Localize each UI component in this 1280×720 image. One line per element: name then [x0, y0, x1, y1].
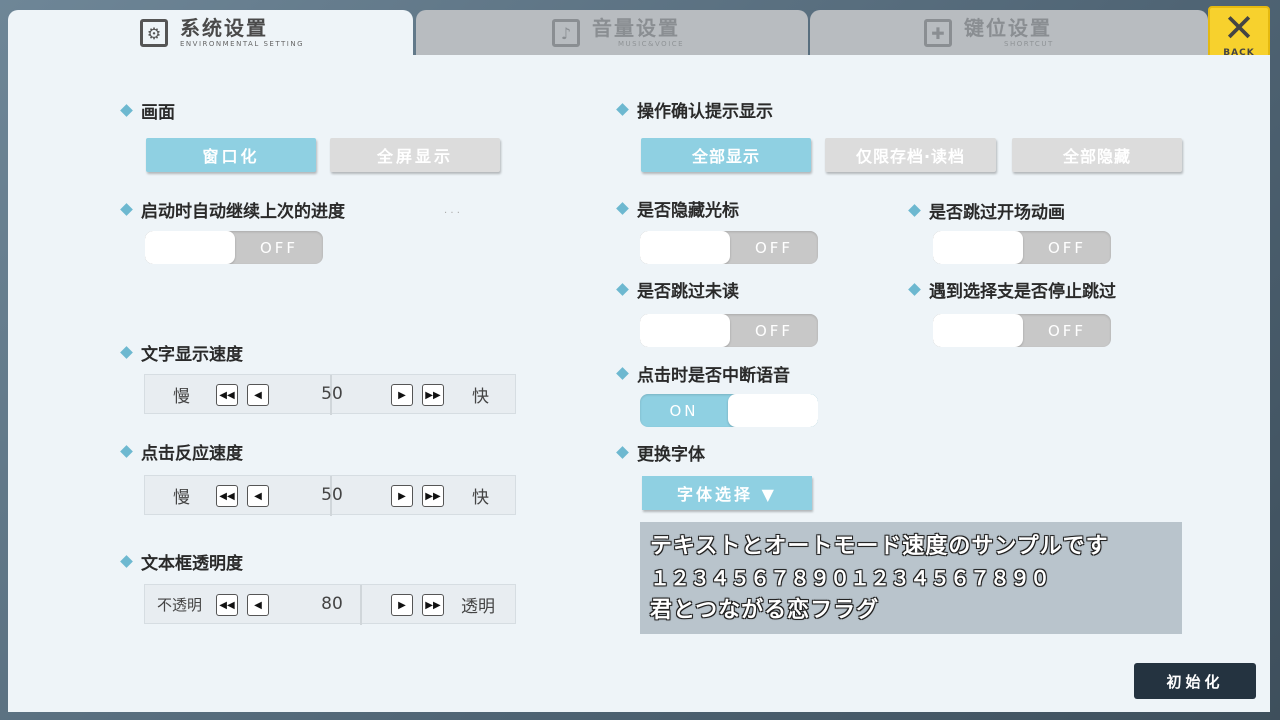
- windowed-button[interactable]: 窗口化: [146, 138, 316, 172]
- stop-skip-choice-label: 遇到选择支是否停止跳过: [908, 277, 1116, 302]
- toggle-state: OFF: [754, 238, 794, 257]
- toggle-knob: [640, 314, 730, 347]
- tab-title: 键位设置: [964, 16, 1052, 40]
- increment-icon[interactable]: ▶: [391, 384, 413, 406]
- diamond-bullet-icon: [120, 555, 133, 568]
- tab-subtitle: ENVIRONMENTAL SETTING: [180, 40, 304, 48]
- tab-subtitle: SHORTCUT: [1004, 40, 1054, 48]
- reset-button[interactable]: 初始化: [1134, 663, 1256, 699]
- hide-cursor-label: 是否隐藏光标: [616, 196, 739, 221]
- sample-line-3: 君とつながる恋フラグ: [650, 597, 880, 623]
- skip-opening-toggle[interactable]: OFF: [933, 231, 1111, 264]
- increment-icon[interactable]: ▶: [391, 485, 413, 507]
- slider-value: 50: [321, 485, 343, 505]
- slider-max-label: 透明: [461, 596, 495, 617]
- slider-divider: [360, 585, 362, 625]
- interrupt-voice-label: 点击时是否中断语音: [616, 361, 790, 386]
- tab-music-voice[interactable]: ♪ 音量设置 MUSIC&VOICE: [416, 10, 808, 56]
- hide-cursor-toggle[interactable]: OFF: [640, 231, 818, 264]
- toggle-knob: [933, 231, 1023, 264]
- slider-min-label: 慢: [173, 487, 190, 508]
- save-load-only-button[interactable]: 仅限存档·读档: [825, 138, 996, 172]
- tab-title: 系统设置: [180, 16, 268, 40]
- rewind-icon[interactable]: ◀◀: [216, 485, 238, 507]
- slider-min-label: 不透明: [157, 595, 203, 614]
- toggle-state: OFF: [1047, 238, 1087, 257]
- diamond-bullet-icon: [616, 446, 629, 459]
- decrement-icon[interactable]: ◀: [247, 594, 269, 616]
- diamond-bullet-icon: [616, 283, 629, 296]
- decrement-icon[interactable]: ◀: [247, 485, 269, 507]
- toggle-state: OFF: [754, 321, 794, 340]
- slider-max-label: 快: [472, 386, 489, 407]
- fast-forward-icon[interactable]: ▶▶: [422, 384, 444, 406]
- diamond-bullet-icon: [120, 445, 133, 458]
- close-icon: ✕: [1223, 6, 1255, 50]
- slider-value: 80: [321, 594, 343, 614]
- rewind-icon[interactable]: ◀◀: [216, 384, 238, 406]
- sample-line-1: テキストとオートモード速度のサンプルです: [650, 533, 1109, 559]
- tab-subtitle: MUSIC&VOICE: [618, 40, 685, 48]
- skip-unread-label: 是否跳过未读: [616, 277, 739, 302]
- plus-icon: ✚: [924, 19, 952, 47]
- skip-unread-toggle[interactable]: OFF: [640, 314, 818, 347]
- toggle-knob: [640, 231, 730, 264]
- toggle-knob: [145, 231, 235, 264]
- skip-opening-label: 是否跳过开场动画: [908, 198, 1065, 223]
- diamond-bullet-icon: [616, 367, 629, 380]
- fast-forward-icon[interactable]: ▶▶: [422, 594, 444, 616]
- auto-continue-toggle[interactable]: OFF: [145, 231, 323, 264]
- opacity-label: 文本框透明度: [120, 549, 243, 574]
- fast-forward-icon[interactable]: ▶▶: [422, 485, 444, 507]
- toggle-state: OFF: [1047, 321, 1087, 340]
- diamond-bullet-icon: [120, 346, 133, 359]
- rewind-icon[interactable]: ◀◀: [216, 594, 238, 616]
- gear-icon: ⚙: [140, 19, 168, 47]
- diamond-bullet-icon: [616, 202, 629, 215]
- sample-line-2: １２３４５６７８９０１２３４５６７８９０: [650, 566, 1050, 590]
- toggle-knob: [728, 394, 818, 427]
- show-all-button[interactable]: 全部显示: [641, 138, 811, 172]
- hide-all-button[interactable]: 全部隐藏: [1012, 138, 1182, 172]
- diamond-bullet-icon: [908, 283, 921, 296]
- change-font-label: 更换字体: [616, 440, 705, 465]
- fullscreen-button[interactable]: 全屏显示: [330, 138, 500, 172]
- click-speed-slider[interactable]: 慢 ◀◀ ◀ 50 ▶ ▶▶ 快: [144, 475, 516, 516]
- increment-icon[interactable]: ▶: [391, 594, 413, 616]
- toggle-state: ON: [669, 401, 699, 420]
- dots: · · ·: [444, 208, 460, 219]
- confirm-prompt-label: 操作确认提示显示: [616, 97, 773, 122]
- text-speed-slider[interactable]: 慢 ◀◀ ◀ 50 ▶ ▶▶ 快: [144, 374, 516, 415]
- slider-value: 50: [321, 384, 343, 404]
- diamond-bullet-icon: [908, 204, 921, 217]
- tab-shortcut[interactable]: ✚ 键位设置 SHORTCUT: [810, 10, 1208, 56]
- toggle-knob: [933, 314, 1023, 347]
- font-select-dropdown[interactable]: 字体选择 ▼: [642, 476, 812, 510]
- text-speed-label: 文字显示速度: [120, 340, 243, 365]
- slider-min-label: 慢: [173, 386, 190, 407]
- opacity-slider[interactable]: 不透明 ◀◀ ◀ 80 ▶ ▶▶ 透明: [144, 584, 516, 625]
- interrupt-voice-toggle[interactable]: ON: [640, 394, 818, 427]
- music-note-icon: ♪: [552, 19, 580, 47]
- decrement-icon[interactable]: ◀: [247, 384, 269, 406]
- screen-mode-label: 画面: [120, 98, 175, 123]
- diamond-bullet-icon: [616, 103, 629, 116]
- stop-skip-choice-toggle[interactable]: OFF: [933, 314, 1111, 347]
- text-sample-box: テキストとオートモード速度のサンプルです １２３４５６７８９０１２３４５６７８９…: [640, 522, 1182, 634]
- click-speed-label: 点击反应速度: [120, 439, 243, 464]
- tab-title: 音量设置: [592, 16, 680, 40]
- auto-continue-label: 启动时自动继续上次的进度: [120, 197, 345, 222]
- diamond-bullet-icon: [120, 203, 133, 216]
- tab-system-settings[interactable]: ⚙ 系统设置 ENVIRONMENTAL SETTING: [8, 10, 413, 56]
- slider-max-label: 快: [472, 487, 489, 508]
- diamond-bullet-icon: [120, 104, 133, 117]
- toggle-state: OFF: [259, 238, 299, 257]
